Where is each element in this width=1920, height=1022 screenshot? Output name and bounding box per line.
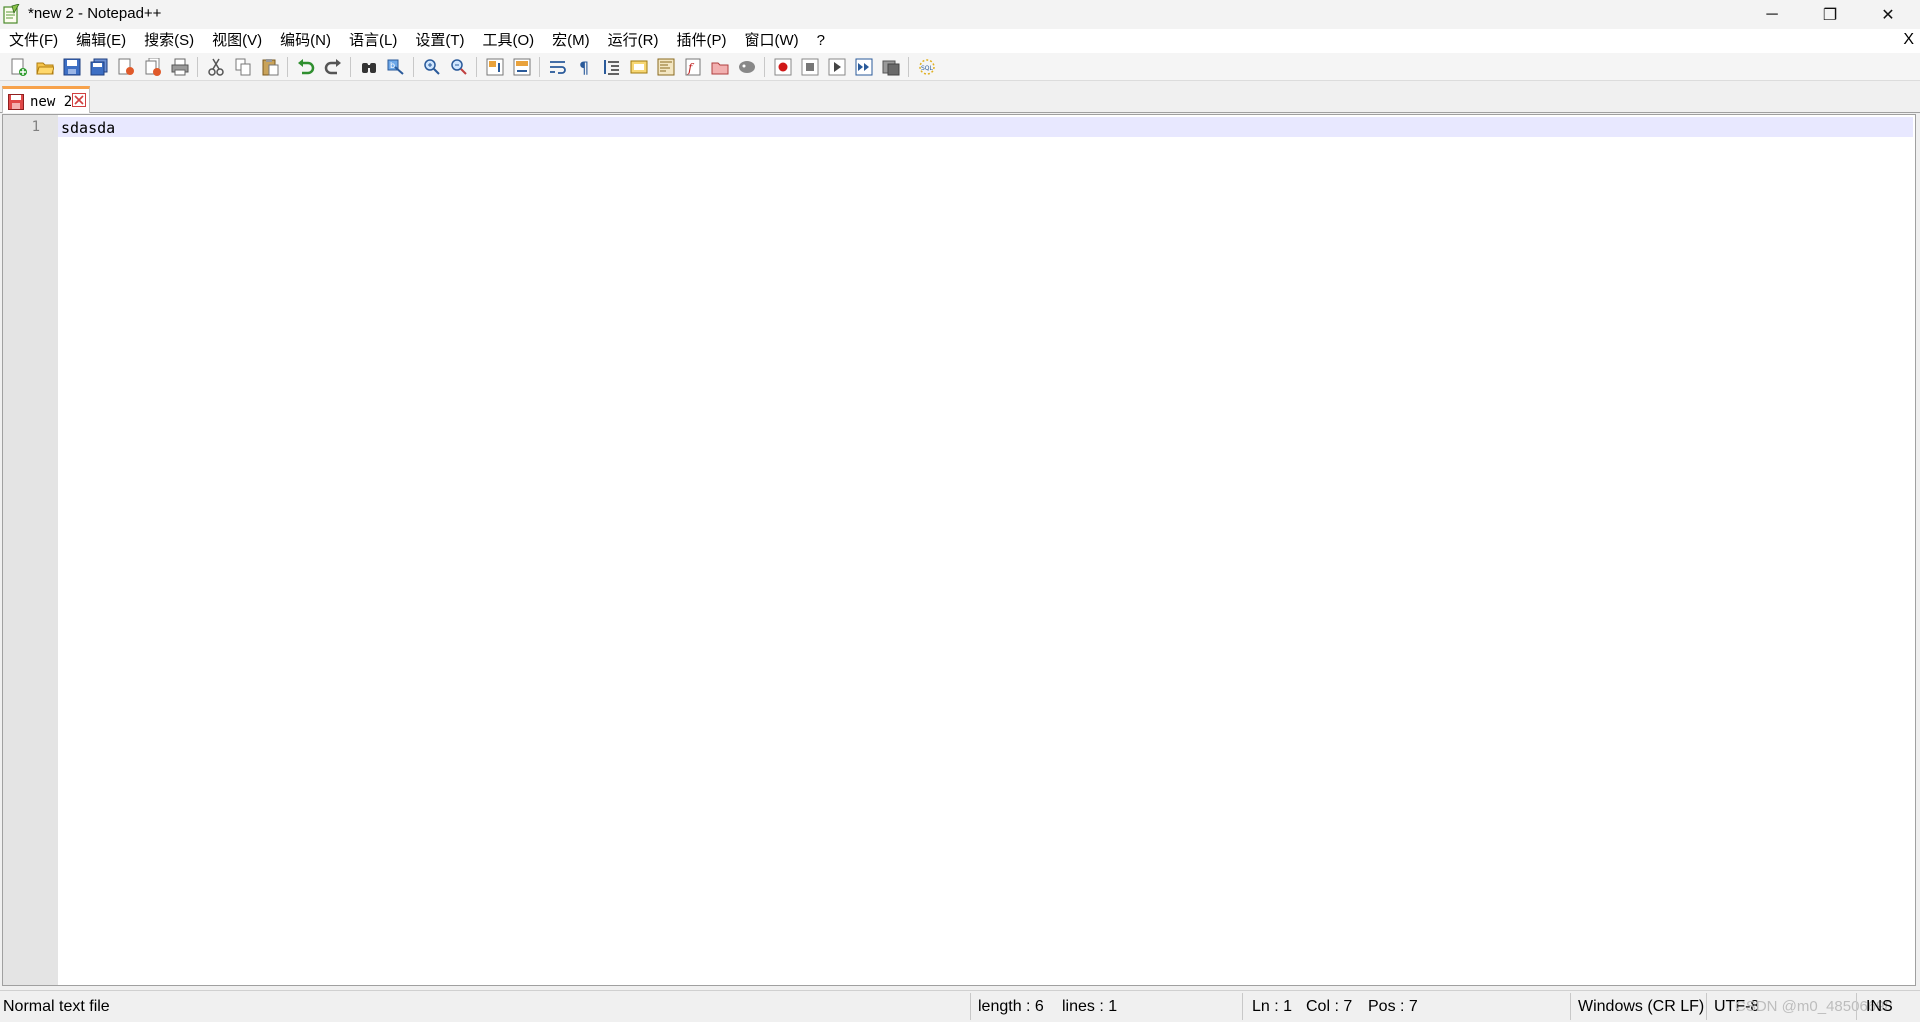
close-file-icon[interactable]: [115, 56, 137, 78]
redo-icon[interactable]: [322, 56, 344, 78]
print-icon[interactable]: [169, 56, 191, 78]
record-macro-icon[interactable]: [772, 56, 794, 78]
menu-edit[interactable]: 编辑(E): [67, 29, 135, 53]
menu-run[interactable]: 运行(R): [599, 29, 668, 53]
function-list-icon[interactable]: f: [682, 56, 704, 78]
restore-button[interactable]: ❐: [1801, 0, 1859, 29]
window-title: *new 2 - Notepad++: [28, 5, 162, 22]
word-wrap-icon[interactable]: [547, 56, 569, 78]
svg-text:b: b: [390, 61, 395, 70]
code-line[interactable]: sdasda: [61, 119, 115, 137]
open-file-icon[interactable]: [34, 56, 56, 78]
status-divider: [1856, 993, 1857, 1020]
menu-view[interactable]: 视图(V): [203, 29, 271, 53]
cut-icon[interactable]: [205, 56, 227, 78]
menu-file[interactable]: 文件(F): [0, 29, 67, 53]
toolbar-separator: [539, 56, 540, 77]
tab-close-icon[interactable]: [72, 93, 86, 107]
find-icon[interactable]: [358, 56, 380, 78]
menu-bar: 文件(F) 编辑(E) 搜索(S) 视图(V) 编码(N) 语言(L) 设置(T…: [0, 29, 1920, 53]
status-eol-format[interactable]: Windows (CR LF): [1578, 998, 1704, 1016]
document-map-icon[interactable]: [655, 56, 677, 78]
menu-help[interactable]: ?: [808, 29, 834, 53]
menu-window[interactable]: 窗口(W): [735, 29, 807, 53]
zoom-in-icon[interactable]: [421, 56, 443, 78]
close-document-button[interactable]: X: [1903, 31, 1914, 49]
unsaved-document-icon: [8, 94, 24, 110]
save-all-icon[interactable]: [88, 56, 110, 78]
copy-icon[interactable]: [232, 56, 254, 78]
zoom-out-icon[interactable]: [448, 56, 470, 78]
menu-plugins[interactable]: 插件(P): [667, 29, 735, 53]
run-macro-multiple-icon[interactable]: [853, 56, 875, 78]
close-all-icon[interactable]: [142, 56, 164, 78]
status-lines: lines : 1: [1062, 998, 1118, 1015]
sync-horizontal-icon[interactable]: [511, 56, 533, 78]
toolbar-separator: [908, 56, 909, 77]
sync-vertical-icon[interactable]: [484, 56, 506, 78]
menu-macro[interactable]: 宏(M): [543, 29, 599, 53]
current-line-highlight: [58, 117, 1913, 137]
status-divider: [970, 993, 971, 1020]
svg-text:¶: ¶: [579, 58, 589, 76]
menu-search[interactable]: 搜索(S): [135, 29, 203, 53]
replace-icon[interactable]: b: [385, 56, 407, 78]
toolbar-separator: [476, 56, 477, 77]
toolbar-separator: [413, 56, 414, 77]
user-defined-language-icon[interactable]: [628, 56, 650, 78]
play-macro-icon[interactable]: [826, 56, 848, 78]
status-divider: [1242, 993, 1243, 1020]
status-file-type: Normal text file: [3, 998, 110, 1015]
monitoring-icon[interactable]: [736, 56, 758, 78]
indent-guide-icon[interactable]: [601, 56, 623, 78]
menu-settings[interactable]: 设置(T): [406, 29, 473, 53]
status-line-position: Ln : 1: [1252, 998, 1293, 1015]
stop-recording-icon[interactable]: [799, 56, 821, 78]
toolbar-separator: [764, 56, 765, 77]
status-length: length : 6: [978, 998, 1044, 1015]
paste-icon[interactable]: [259, 56, 281, 78]
save-icon[interactable]: [61, 56, 83, 78]
toolbar-separator: [197, 56, 198, 77]
save-macro-icon[interactable]: [880, 56, 902, 78]
document-tab-bar: new 2: [0, 82, 1920, 113]
tab-label: new 2: [30, 94, 73, 110]
menu-language[interactable]: 语言(L): [340, 29, 406, 53]
svg-text:SQL: SQL: [921, 65, 934, 72]
status-divider: [1570, 993, 1571, 1020]
folder-as-workspace-icon[interactable]: [709, 56, 731, 78]
text-editor[interactable]: 1 sdasda: [2, 114, 1916, 986]
window-close-button[interactable]: ✕: [1859, 0, 1917, 29]
show-all-characters-icon[interactable]: ¶: [574, 56, 596, 78]
tab-new-2[interactable]: new 2: [2, 86, 90, 113]
menu-encoding[interactable]: 编码(N): [271, 29, 340, 53]
undo-icon[interactable]: [295, 56, 317, 78]
minimize-button[interactable]: ─: [1743, 0, 1801, 29]
menu-tools[interactable]: 工具(O): [473, 29, 543, 53]
toolbar-separator: [287, 56, 288, 77]
status-insert-mode: INS: [1866, 998, 1893, 1015]
new-file-icon[interactable]: [7, 56, 29, 78]
status-column: Col : 7: [1306, 998, 1353, 1015]
status-divider: [1706, 993, 1707, 1020]
status-bar: Normal text file length : 6 lines : 1 Ln…: [0, 990, 1920, 1022]
notepadplusplus-app-icon: [3, 4, 20, 24]
line-number-gutter: 1: [3, 115, 58, 985]
status-position: Pos : 7: [1368, 998, 1418, 1015]
toolbar: b ¶ f SQL: [0, 53, 1920, 81]
toolbar-separator: [350, 56, 351, 77]
line-number: 1: [31, 119, 40, 135]
sql-plugin-icon[interactable]: SQL: [916, 56, 938, 78]
title-bar: *new 2 - Notepad++ ─ ❐ ✕: [0, 0, 1920, 29]
